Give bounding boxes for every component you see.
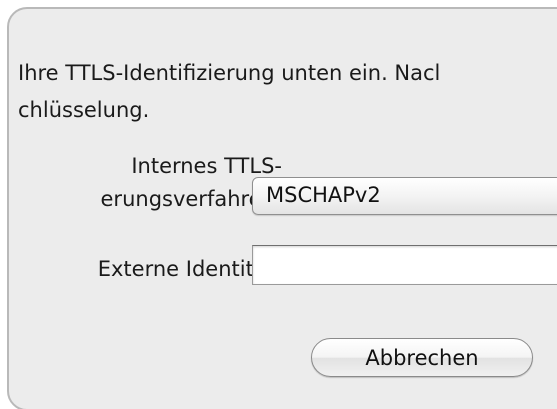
inner-method-selected-value: MSCHAPv2 bbox=[266, 183, 381, 207]
screenshot-crop: Ihre TTLS-Identifizierung unten ein. Nac… bbox=[0, 0, 557, 409]
instruction-text-line2: chlüsselung. bbox=[18, 98, 150, 122]
ttls-settings-sheet: Ihre TTLS-Identifizierung unten ein. Nac… bbox=[7, 7, 557, 409]
instruction-text-line1: Ihre TTLS-Identifizierung unten ein. Nac… bbox=[18, 61, 441, 85]
outer-identity-field[interactable] bbox=[252, 245, 557, 285]
cancel-button[interactable]: Abbrechen bbox=[311, 338, 533, 377]
inner-method-label-line1: Internes TTLS- bbox=[131, 154, 282, 178]
inner-method-popup[interactable]: MSCHAPv2 bbox=[252, 177, 557, 215]
